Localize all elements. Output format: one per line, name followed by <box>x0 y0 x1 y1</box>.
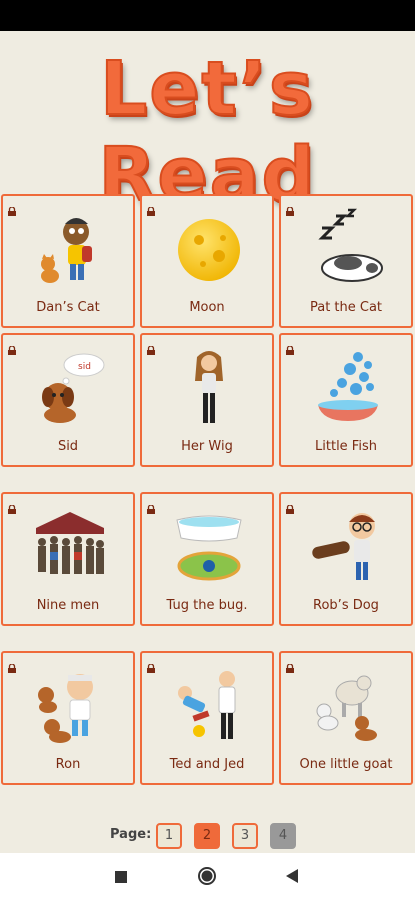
puppy-with-thought-bubble-picture: sid <box>42 353 105 423</box>
story-title: Nine men <box>36 598 100 613</box>
back-triangle-icon[interactable] <box>272 853 312 900</box>
story-title: Moon <box>189 300 225 315</box>
story-card-pat-the-cat[interactable]: Pat the Cat <box>279 194 413 328</box>
story-title: Little Fish <box>315 439 377 454</box>
story-card-nine-men[interactable]: Nine men <box>1 492 135 626</box>
story-title: Sid <box>57 439 79 454</box>
lock-icon <box>8 346 16 355</box>
lock-icon <box>286 505 294 514</box>
thought-bubble-text: sid <box>78 362 91 372</box>
story-card-one-little-goat[interactable]: One little goat <box>279 651 413 785</box>
sleeping-cat-picture <box>318 208 383 282</box>
story-card-dans-cat[interactable]: Dan’s Cat <box>1 194 135 328</box>
page-label: Page: <box>110 827 152 842</box>
moon-picture <box>178 219 240 281</box>
lock-icon <box>286 207 294 216</box>
page-3-button[interactable]: 3 <box>232 823 258 849</box>
boy-with-log-and-dog-picture <box>312 513 375 580</box>
story-title: Tug the bug. <box>166 598 248 613</box>
boy-with-dogs-picture <box>38 674 93 743</box>
story-card-little-fish[interactable]: Little Fish <box>279 333 413 467</box>
story-card-ron[interactable]: Ron <box>1 651 135 785</box>
lock-icon <box>147 207 155 216</box>
page-4-button[interactable]: 4 <box>270 823 296 849</box>
boy-with-cat-picture <box>41 218 92 283</box>
story-card-sid[interactable]: sid Sid <box>1 333 135 467</box>
lock-icon <box>286 664 294 673</box>
lock-icon <box>8 664 16 673</box>
goat-and-animals-picture <box>316 675 377 741</box>
story-title: Ted and Jed <box>169 757 245 772</box>
story-card-robs-dog[interactable]: Rob’s Dog <box>279 492 413 626</box>
story-title: Pat the Cat <box>309 300 383 315</box>
status-bar <box>0 0 415 31</box>
story-card-ted-and-jed[interactable]: Ted and Jed <box>140 651 274 785</box>
lock-icon <box>8 505 16 514</box>
lock-icon <box>147 664 155 673</box>
story-card-moon[interactable]: Moon <box>140 194 274 328</box>
fish-bowl-bubbles-picture <box>318 352 378 421</box>
page-title: Let’s Read <box>97 45 317 219</box>
group-of-men-picture <box>36 512 104 574</box>
lock-icon <box>147 346 155 355</box>
story-title: Ron <box>55 757 81 772</box>
recents-square-icon[interactable] <box>101 853 141 900</box>
lock-icon <box>8 207 16 216</box>
story-title: One little goat <box>299 757 393 772</box>
story-card-her-wig[interactable]: Her Wig <box>140 333 274 467</box>
home-circle-icon[interactable] <box>187 853 227 900</box>
story-title: Dan’s Cat <box>36 300 100 315</box>
story-title: Her Wig <box>181 439 233 454</box>
story-title: Rob’s Dog <box>313 598 379 613</box>
lock-icon <box>147 505 155 514</box>
page-1-button[interactable]: 1 <box>156 823 182 849</box>
pagination: Page: 1 2 3 4 <box>0 821 415 849</box>
android-nav-bar <box>0 853 415 900</box>
lock-icon <box>286 346 294 355</box>
bathtub-and-bug-picture <box>176 515 242 581</box>
page-2-button[interactable]: 2 <box>194 823 220 849</box>
two-men-picture <box>178 671 236 739</box>
story-card-tug-the-bug[interactable]: Tug the bug. <box>140 492 274 626</box>
woman-picture <box>195 351 223 423</box>
